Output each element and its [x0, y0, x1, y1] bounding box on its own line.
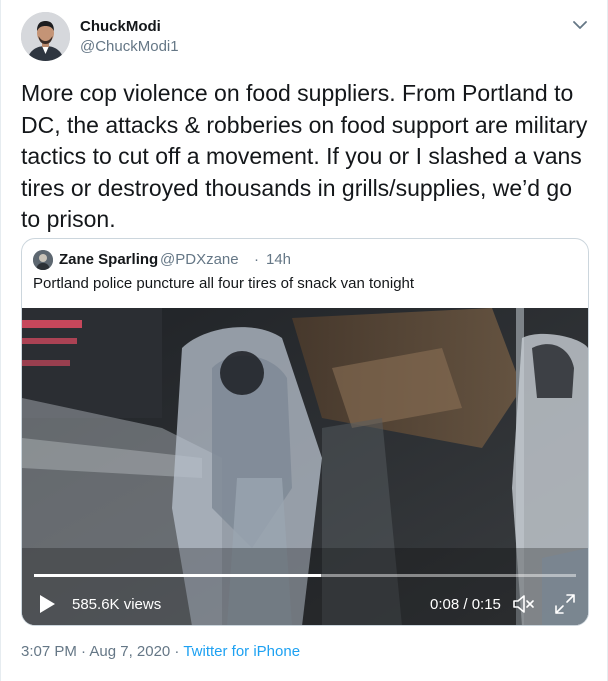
video-view-count: 585.6K views: [72, 596, 162, 613]
quoted-time: 14h: [266, 251, 292, 268]
more-options-chevron-down-icon[interactable]: [571, 16, 589, 34]
video-frame-image: [22, 308, 588, 625]
quoted-tweet[interactable]: Zane Sparling @PDXzane · 14h Portland po…: [21, 238, 589, 626]
author-avatar[interactable]: [21, 12, 70, 61]
tweet-card: ChuckModi @ChuckModi1 More cop violence …: [0, 0, 608, 681]
tweet-timestamp[interactable]: 3:07 PM · Aug 7, 2020 ·: [21, 643, 183, 660]
video-time-readout: 0:08 / 0:15: [430, 596, 501, 613]
play-icon[interactable]: [38, 594, 56, 614]
video-progress-fill: [34, 574, 322, 577]
author-handle[interactable]: @ChuckModi1: [80, 38, 179, 55]
quoted-tweet-text: Portland police puncture all four tires …: [33, 275, 415, 292]
author-name[interactable]: ChuckModi: [80, 18, 161, 35]
tweet-text: More cop violence on food suppliers. Fro…: [21, 80, 588, 232]
quoted-author-handle: @PDXzane: [160, 251, 239, 268]
tweet-meta: 3:07 PM · Aug 7, 2020 · Twitter for iPho…: [21, 643, 300, 660]
separator-dot: ·: [254, 251, 259, 268]
quoted-author-avatar: [33, 250, 53, 270]
video-player[interactable]: 585.6K views 0:08 / 0:15: [22, 308, 588, 625]
fullscreen-icon[interactable]: [554, 593, 576, 615]
profile-photo-icon: [21, 12, 70, 61]
volume-muted-icon[interactable]: [512, 593, 536, 615]
tweet-source-link[interactable]: Twitter for iPhone: [183, 643, 300, 660]
quoted-author-name: Zane Sparling: [59, 251, 159, 268]
profile-photo-icon: [33, 250, 53, 270]
video-progress-bar[interactable]: [34, 574, 576, 577]
